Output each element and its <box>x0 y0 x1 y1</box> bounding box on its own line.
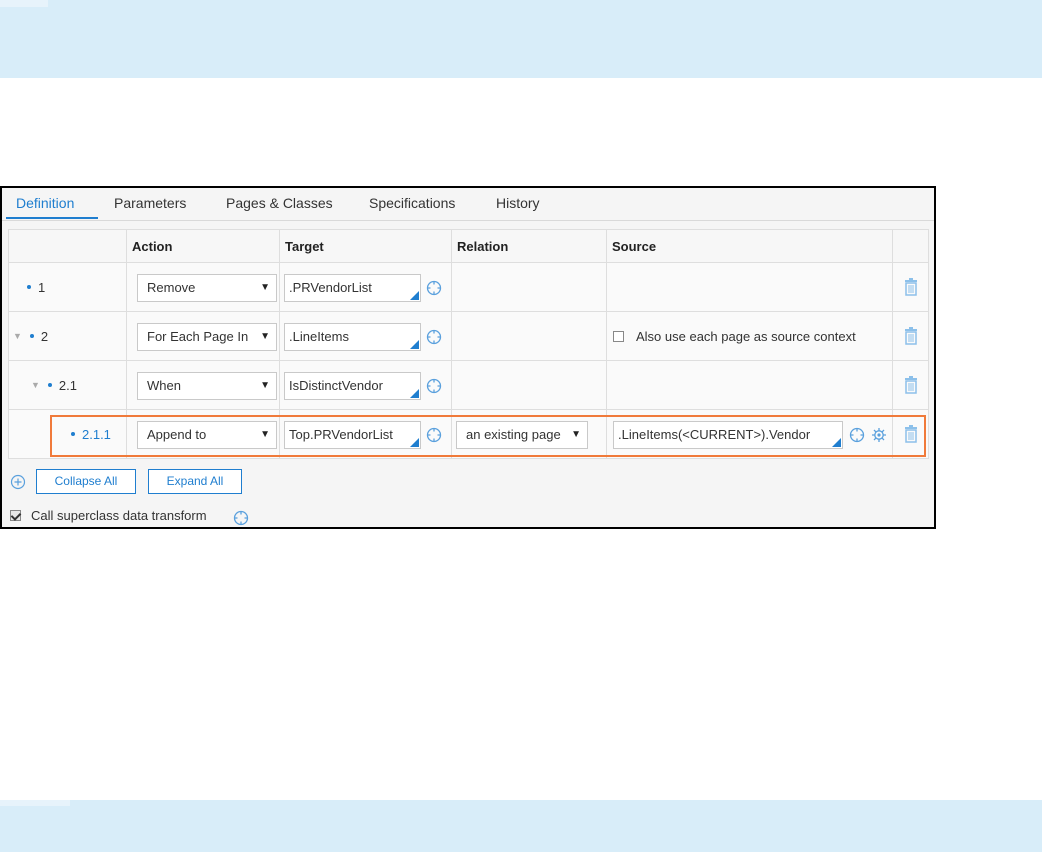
dropdown-arrow-icon: ▼ <box>260 429 270 440</box>
tab-history[interactable]: History <box>496 195 540 211</box>
step-label: ▼ 2 <box>9 329 126 344</box>
source-context-label: Also use each page as source context <box>636 328 856 344</box>
bullet-icon <box>47 383 52 387</box>
call-superclass-option[interactable]: Call superclass data transform <box>10 504 249 526</box>
source-context-checkbox[interactable] <box>613 330 624 342</box>
expand-all-button[interactable]: Expand All <box>148 469 242 494</box>
bottom-banner <box>0 800 1042 852</box>
autocomplete-corner-icon <box>410 438 419 447</box>
trash-icon[interactable] <box>904 376 918 394</box>
table-row[interactable]: ▼ 2.1 When ▼ IsDistinctVendor <box>8 360 929 410</box>
source-value: .LineItems(<CURRENT>).Vendor <box>618 427 811 442</box>
action-select-value: Append to <box>147 427 207 442</box>
tab-pages-classes[interactable]: Pages & Classes <box>226 195 333 211</box>
tab-bar: Definition Parameters Pages & Classes Sp… <box>2 188 934 221</box>
step-number: 2 <box>40 328 49 344</box>
trash-icon[interactable] <box>904 327 918 345</box>
open-reference-icon[interactable] <box>426 329 442 345</box>
steps-grid: Action Target Relation Source 1 Remove ▼… <box>8 229 929 459</box>
source-input[interactable]: .LineItems(<CURRENT>).Vendor <box>613 421 843 449</box>
grid-header-row: Action Target Relation Source <box>8 229 929 263</box>
tab-specifications[interactable]: Specifications <box>369 195 455 211</box>
autocomplete-corner-icon <box>410 291 419 300</box>
top-banner <box>0 0 1042 78</box>
open-reference-icon[interactable] <box>426 378 442 394</box>
table-row[interactable]: ▼ 2 For Each Page In ▼ .LineItems Also u… <box>8 311 929 361</box>
dropdown-arrow-icon: ▼ <box>260 282 270 293</box>
dropdown-arrow-icon: ▼ <box>260 331 270 342</box>
banner-notch <box>0 800 70 806</box>
relation-cell <box>451 311 607 361</box>
step-label: ▼ 2.1 <box>9 378 126 393</box>
collapse-caret-icon[interactable]: ▼ <box>31 380 40 390</box>
call-superclass-label: Call superclass data transform <box>31 507 207 523</box>
open-reference-icon[interactable] <box>849 427 865 443</box>
action-select[interactable]: When ▼ <box>137 372 277 400</box>
action-select[interactable]: For Each Page In ▼ <box>137 323 277 351</box>
col-header-target: Target <box>279 229 452 263</box>
collapse-caret-icon[interactable]: ▼ <box>13 331 22 341</box>
trash-icon[interactable] <box>904 425 918 443</box>
table-row[interactable]: 1 Remove ▼ .PRVendorList <box>8 262 929 312</box>
relation-select-value: an existing page <box>466 427 561 442</box>
autocomplete-corner-icon <box>832 438 841 447</box>
step-label: 1 <box>9 280 126 295</box>
source-context-option[interactable]: Also use each page as source context <box>607 329 892 344</box>
open-reference-icon[interactable] <box>426 427 442 443</box>
source-cell <box>606 360 893 410</box>
tab-parameters[interactable]: Parameters <box>114 195 186 211</box>
step-number: 2.1.1 <box>82 426 111 442</box>
tab-definition[interactable]: Definition <box>16 195 74 211</box>
data-transform-panel: Definition Parameters Pages & Classes Sp… <box>0 186 936 529</box>
autocomplete-corner-icon <box>410 389 419 398</box>
bullet-icon <box>29 334 34 338</box>
col-header-action: Action <box>126 229 280 263</box>
action-select[interactable]: Remove ▼ <box>137 274 277 302</box>
col-header-source: Source <box>606 229 893 263</box>
call-superclass-checkbox[interactable] <box>10 509 21 521</box>
action-select[interactable]: Append to ▼ <box>137 421 277 449</box>
trash-icon[interactable] <box>904 278 918 296</box>
dropdown-arrow-icon: ▼ <box>260 380 270 391</box>
action-select-value: Remove <box>147 280 196 295</box>
target-value: Top.PRVendorList <box>289 427 393 442</box>
target-value: .PRVendorList <box>289 280 372 295</box>
col-header-step <box>8 229 127 263</box>
collapse-all-button[interactable]: Collapse All <box>36 469 136 494</box>
open-reference-icon[interactable] <box>233 510 249 526</box>
table-row[interactable]: 2.1.1 Append to ▼ Top.PRVendorList an ex… <box>8 409 929 459</box>
gear-icon[interactable] <box>871 427 887 443</box>
action-select-value: When <box>147 378 181 393</box>
autocomplete-corner-icon <box>410 340 419 349</box>
col-header-relation: Relation <box>451 229 607 263</box>
source-cell <box>606 262 893 312</box>
target-input[interactable]: Top.PRVendorList <box>284 421 421 449</box>
relation-cell <box>451 262 607 312</box>
dropdown-arrow-icon: ▼ <box>571 429 581 440</box>
action-select-value: For Each Page In <box>147 329 249 344</box>
active-tab-indicator <box>6 217 98 219</box>
relation-select[interactable]: an existing page ▼ <box>456 421 588 449</box>
step-number: 1 <box>38 279 46 295</box>
relation-cell <box>451 360 607 410</box>
step-number: 2.1 <box>58 377 77 393</box>
target-input[interactable]: .PRVendorList <box>284 274 421 302</box>
add-step-icon[interactable] <box>10 474 26 490</box>
open-reference-icon[interactable] <box>426 280 442 296</box>
target-input[interactable]: IsDistinctVendor <box>284 372 421 400</box>
col-header-delete <box>892 229 929 263</box>
target-value: .LineItems <box>289 329 349 344</box>
bullet-icon <box>71 432 75 436</box>
step-label: 2.1.1 <box>9 427 126 442</box>
target-input[interactable]: .LineItems <box>284 323 421 351</box>
bullet-icon <box>27 285 31 289</box>
target-value: IsDistinctVendor <box>289 378 383 393</box>
banner-notch <box>0 0 48 7</box>
